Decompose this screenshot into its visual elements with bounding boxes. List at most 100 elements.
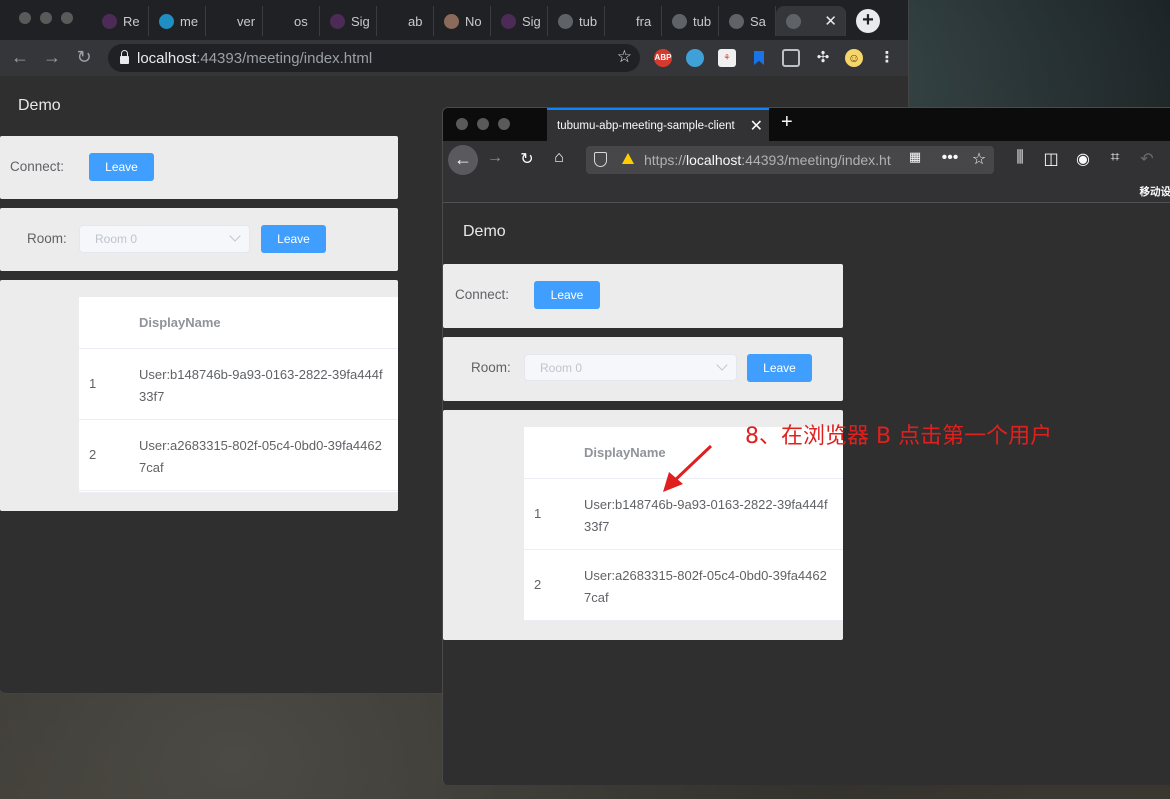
podcast-icon (102, 13, 117, 29)
chevron-down-icon (229, 230, 241, 242)
github-icon (615, 13, 630, 29)
tab-item[interactable]: ab (377, 6, 434, 36)
room-select[interactable]: Room 0 (79, 225, 250, 253)
profile-avatar-icon[interactable]: ☺ (845, 49, 863, 67)
github-icon (273, 13, 288, 29)
tab-item[interactable]: Sig (491, 6, 548, 36)
zoom-window-icon[interactable] (498, 118, 510, 130)
close-window-icon[interactable] (456, 118, 468, 130)
ime-label: 移动设 (1139, 186, 1170, 198)
screenshot-extension-icon[interactable] (782, 49, 800, 67)
tab-item[interactable]: fra (605, 6, 662, 36)
toolbar: ← → ↻ localhost:44393/meeting/index.html… (0, 40, 908, 76)
table-header: DisplayName (79, 297, 398, 349)
library-icon[interactable]: ⫼ (1010, 149, 1030, 167)
tab-item[interactable]: Sa (719, 6, 776, 36)
toolbar: ← → ↻ ⌂ https://localhost:44393/meeting/… (443, 141, 1170, 179)
adblock-plus-icon[interactable]: ABP (654, 49, 672, 67)
undo-icon[interactable]: ↶ (1137, 149, 1157, 169)
globe-icon (558, 13, 573, 29)
connect-card: Connect: Leave (443, 264, 843, 328)
connect-leave-button[interactable]: Leave (89, 153, 154, 181)
forward-arrow-icon[interactable]: → (485, 149, 505, 167)
tab-item[interactable]: tub (662, 6, 719, 36)
tab-active[interactable]: ✕ (776, 6, 846, 36)
forward-arrow-icon[interactable]: → (41, 47, 63, 68)
page-actions-icon[interactable]: ••• (940, 149, 960, 167)
row-display-name[interactable]: User:a2683315-802f-05c4-0bd0-39fa44627ca… (139, 435, 389, 479)
row-index: 1 (534, 506, 542, 521)
table-row[interactable]: 2 User:a2683315-802f-05c4-0bd0-39fa44627… (79, 420, 398, 491)
back-arrow-icon[interactable]: ← (9, 47, 31, 68)
room-leave-button[interactable]: Leave (747, 354, 812, 382)
home-icon[interactable]: ⌂ (549, 149, 569, 167)
bookmark-extension-icon[interactable] (750, 49, 768, 67)
back-arrow-icon[interactable]: ← (448, 145, 478, 175)
tab-label: Sig (351, 13, 370, 29)
connect-leave-button[interactable]: Leave (534, 281, 600, 309)
sitemap-extension-icon[interactable]: ⚘ (718, 49, 736, 67)
tab-item[interactable]: Sig (320, 6, 377, 36)
account-icon[interactable]: ◉ (1073, 149, 1093, 169)
room-select-value: Room 0 (95, 232, 138, 246)
row-display-name[interactable]: User:b148746b-9a93-0163-2822-39fa444f33f… (584, 494, 834, 538)
row-display-name[interactable]: User:b148746b-9a93-0163-2822-39fa444f33f… (139, 364, 389, 408)
bookmark-star-icon[interactable]: ☆ (617, 47, 632, 67)
row-index: 2 (89, 447, 97, 462)
page-title: Demo (463, 223, 506, 240)
globe-icon (672, 13, 687, 29)
room-select-value: Room 0 (540, 360, 583, 375)
row-display-name[interactable]: User:a2683315-802f-05c4-0bd0-39fa44627ca… (584, 565, 834, 609)
zoom-window-icon[interactable] (61, 12, 73, 24)
room-leave-button[interactable]: Leave (261, 225, 326, 253)
minimize-window-icon[interactable] (477, 118, 489, 130)
github-icon (216, 13, 231, 29)
tab-strip: Re me ver os Sig ab No Sig tub fra tub Sa ✕ + (0, 0, 908, 40)
reload-icon[interactable]: ↻ (517, 149, 537, 169)
puzzle-extensions-icon[interactable]: ✣ (814, 49, 832, 67)
tab-label: Sa (750, 13, 766, 29)
tab-label: os (294, 13, 308, 29)
tab-label: ab (408, 13, 423, 29)
close-tab-icon[interactable]: ✕ (747, 116, 763, 136)
tab-item[interactable]: me (149, 6, 206, 36)
tab-label: No (465, 13, 482, 29)
window-controls[interactable] (456, 118, 510, 130)
qr-code-icon[interactable]: ▦ (905, 149, 925, 165)
row-index: 1 (89, 376, 97, 391)
cat-icon (444, 13, 459, 29)
minimize-window-icon[interactable] (40, 12, 52, 24)
users-card: DisplayName 1 User:b148746b-9a93-0163-28… (0, 280, 398, 511)
close-window-icon[interactable] (19, 12, 31, 24)
url-host: localhost (137, 49, 197, 67)
colorful-extension-icon[interactable] (686, 49, 704, 67)
tab-label: me (180, 13, 199, 29)
sidebar-icon[interactable]: ◫ (1041, 149, 1061, 169)
bookmark-star-icon[interactable]: ☆ (969, 149, 989, 169)
new-tab-icon[interactable]: + (856, 9, 880, 33)
tabs: Re me ver os Sig ab No Sig tub fra tub Sa ✕ + (92, 6, 880, 36)
tab-item[interactable]: ver (206, 6, 263, 36)
address-bar[interactable]: https://localhost:44393/meeting/index.ht (586, 146, 994, 174)
table-row[interactable]: 1 User:b148746b-9a93-0163-2822-39fa444f3… (79, 349, 398, 420)
table-row[interactable]: 2 User:a2683315-802f-05c4-0bd0-39fa44627… (524, 550, 843, 621)
tab-item[interactable]: Re (92, 6, 149, 36)
tab-label: Re (123, 13, 140, 29)
reload-icon[interactable]: ↻ (73, 47, 95, 68)
close-tab-icon[interactable]: ✕ (824, 12, 837, 30)
tab-active[interactable]: tubumu-abp-meeting-sample-client ✕ (547, 108, 769, 141)
menu-kebab-icon[interactable]: ⋮ (878, 49, 896, 67)
room-label: Room: (27, 231, 67, 246)
tab-label: ver (237, 13, 256, 29)
tab-item[interactable]: No (434, 6, 491, 36)
crop-screenshot-icon[interactable]: ⌗ (1105, 149, 1125, 167)
tab-item[interactable]: os (263, 6, 320, 36)
tab-item[interactable]: tub (548, 6, 605, 36)
window-controls[interactable] (19, 12, 73, 24)
new-tab-icon[interactable]: + (781, 111, 793, 134)
room-select[interactable]: Room 0 (524, 354, 737, 381)
tab-label: tub (693, 13, 712, 29)
annotation-text: 8、在浏览器 B 点击第一个用户 (745, 424, 1053, 449)
connect-label: Connect: (10, 159, 65, 174)
address-bar[interactable]: localhost:44393/meeting/index.html ☆ (108, 44, 640, 72)
